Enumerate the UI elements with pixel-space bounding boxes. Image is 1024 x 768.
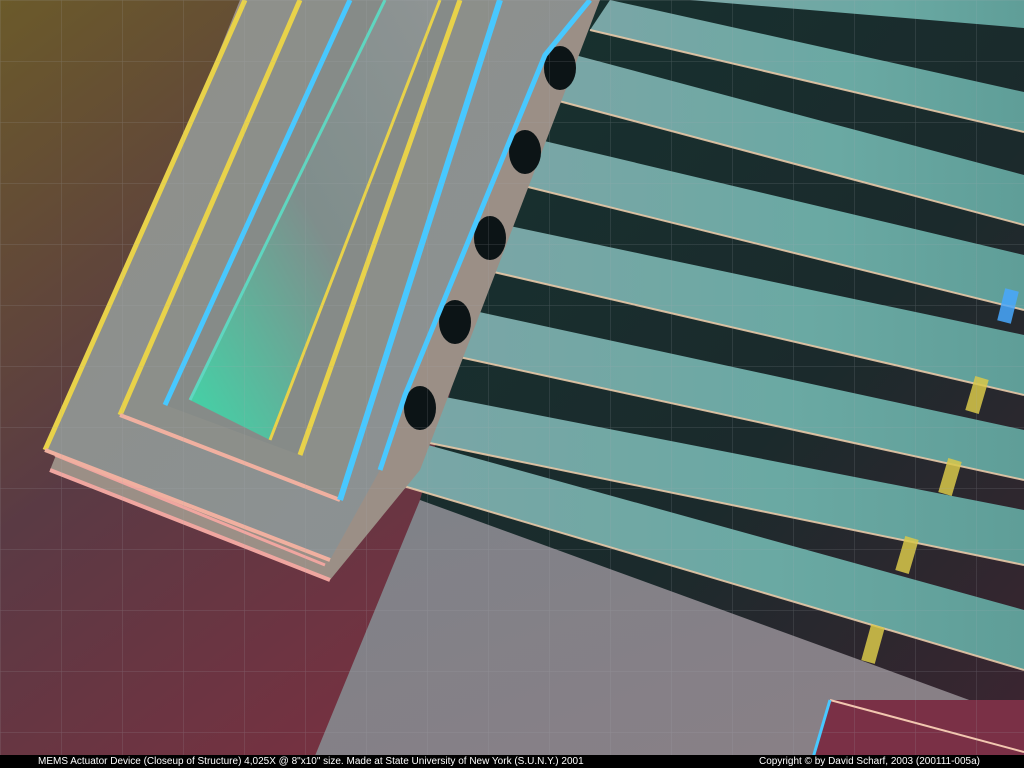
caption-description: MEMS Actuator Device (Closeup of Structu… xyxy=(38,756,584,767)
photo-stage: MEMS Actuator Device (Closeup of Structu… xyxy=(0,0,1024,768)
caption-bar: MEMS Actuator Device (Closeup of Structu… xyxy=(0,755,1024,768)
mems-micrograph xyxy=(0,0,1024,768)
caption-copyright: Copyright © by David Scharf, 2003 (20011… xyxy=(759,756,981,767)
